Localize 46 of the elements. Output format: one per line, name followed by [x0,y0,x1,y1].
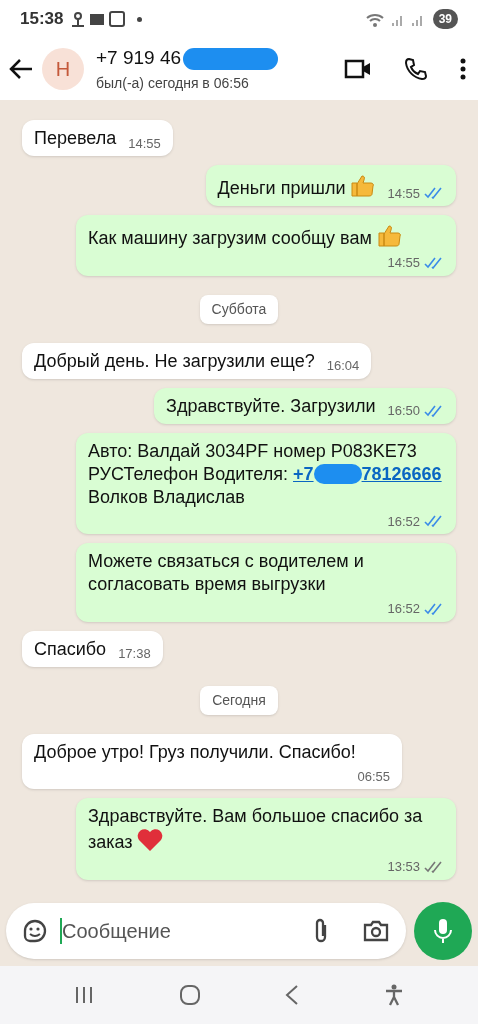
video-call-icon[interactable] [344,58,372,80]
message-text: Деньги пришли [217,172,376,200]
camera-icon[interactable] [362,919,390,943]
message-text: Здравствуйте. Загрузили [166,394,376,418]
date-divider: Суббота [199,294,279,324]
message-time: 14:55 [387,254,420,272]
heart-icon [136,828,163,852]
date-divider: Сегодня [200,685,278,715]
back-icon[interactable] [8,57,34,81]
last-seen-text: был(-а) сегодня в 06:56 [96,73,250,93]
voice-message-button[interactable] [414,902,472,960]
message-time: 14:55 [387,184,420,203]
message-time: 16:04 [326,357,360,375]
message-time: 17:38 [118,645,151,663]
more-options-icon[interactable] [460,58,466,80]
message-input[interactable]: Сообщение [62,916,312,946]
back-nav-icon[interactable] [285,984,300,1006]
message-time: 13:53 [387,858,420,876]
home-icon[interactable] [178,984,201,1006]
message-text: Авто: Валдай 3034PF номер P083KE73 РУСТелефон Водителя: +7 78126666 Волков Владислав [88,439,443,509]
thumbs-up-icon [349,172,376,198]
message-time: 16:52 [387,512,420,531]
message-text: Добрый день. Не загрузили еще? [34,349,315,373]
message-text: Здравствуйте. Вам большое спасибо за заказ [88,805,424,854]
phone-link[interactable]: +7 78126666 [293,463,442,484]
sticker-icon[interactable] [22,918,48,944]
contact-name[interactable]: +7 919 46 [96,44,182,73]
contact-avatar[interactable]: Н [42,48,84,90]
accessibility-icon[interactable] [383,984,404,1006]
battery-indicator: 39 [432,9,458,29]
message-time: 16:50 [387,402,420,420]
message-text: Перевела [34,127,117,150]
status-time: 15:38 [20,8,64,31]
dot-icon [137,16,143,22]
microphone-icon [434,918,452,944]
recent-apps-icon[interactable] [74,985,95,1005]
message-time: 06:55 [357,767,390,786]
thumbs-up-icon [375,222,402,248]
message-field[interactable]: Сообщение [6,903,406,959]
message-text: Доброе утро! Груз получили. Спасибо! [34,740,356,764]
message-text: Как машину загрузим сообщу вам [88,222,402,250]
message-time: 16:52 [387,600,420,618]
phone-icon[interactable] [404,57,428,81]
message-text: Спасибо [34,637,107,661]
message-text: Можете связаться с водителем и согласовать время выгрузки [88,550,365,596]
message-time: 14:55 [128,134,161,153]
